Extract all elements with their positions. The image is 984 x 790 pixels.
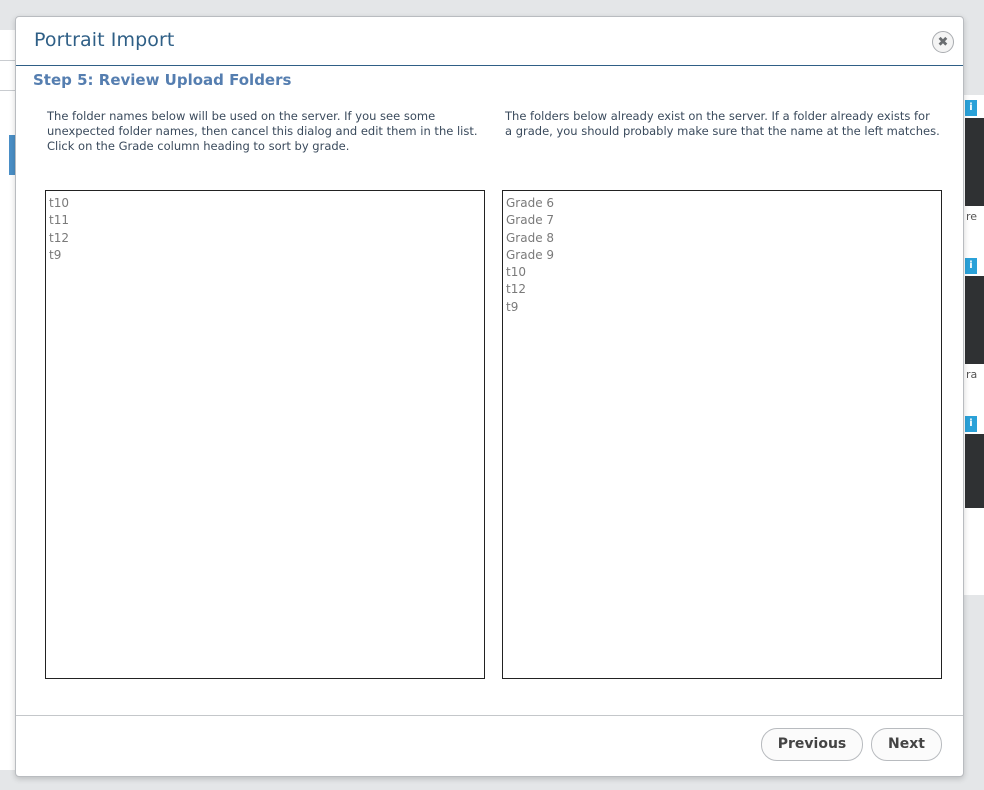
list-item[interactable]: t9 — [506, 299, 941, 316]
background-info-badge: i — [965, 258, 977, 274]
next-button[interactable]: Next — [871, 728, 942, 761]
upload-folders-list[interactable]: t10 t11 t12 t9 — [45, 190, 485, 679]
close-icon[interactable]: ✖ — [932, 31, 954, 53]
background-divider — [0, 90, 15, 91]
list-item[interactable]: Grade 9 — [506, 247, 941, 264]
portrait-import-dialog: Portrait Import ✖ Step 5: Review Upload … — [15, 16, 964, 777]
background-thumbnail — [965, 434, 984, 508]
background-thumbnail — [965, 276, 984, 364]
list-item[interactable]: t12 — [49, 230, 484, 247]
existing-folders-description: The folders below already exist on the s… — [505, 109, 940, 138]
list-item[interactable]: t12 — [506, 281, 941, 298]
background-info-badge: i — [965, 100, 977, 116]
list-item[interactable]: t10 — [506, 264, 941, 281]
list-item[interactable]: Grade 7 — [506, 212, 941, 229]
dialog-title: Portrait Import — [34, 29, 175, 51]
footer-divider — [16, 715, 963, 716]
background-divider — [0, 60, 15, 61]
background-label-fragment: re — [966, 210, 978, 223]
dialog-title-bar: Portrait Import ✖ — [16, 17, 963, 66]
background-thumbnail — [965, 118, 984, 206]
step-heading: Step 5: Review Upload Folders — [33, 71, 292, 89]
existing-folders-list[interactable]: Grade 6 Grade 7 Grade 8 Grade 9 t10 t12 … — [502, 190, 942, 679]
list-item[interactable]: t10 — [49, 195, 484, 212]
list-item[interactable]: t9 — [49, 247, 484, 264]
list-item[interactable]: Grade 6 — [506, 195, 941, 212]
list-item[interactable]: Grade 8 — [506, 230, 941, 247]
previous-button[interactable]: Previous — [761, 728, 863, 761]
background-info-badge: i — [965, 416, 977, 432]
upload-folders-description: The folder names below will be used on t… — [47, 109, 478, 153]
background-label-fragment: ra — [966, 368, 978, 381]
list-item[interactable]: t11 — [49, 212, 484, 229]
